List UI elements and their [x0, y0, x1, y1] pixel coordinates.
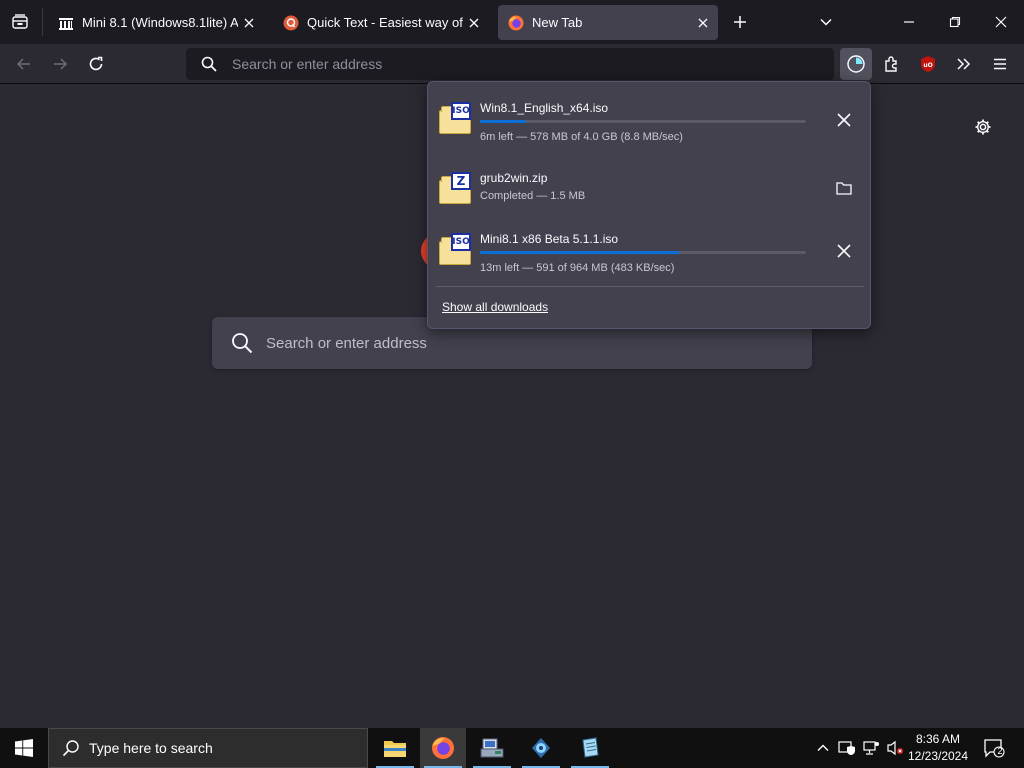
close-tab-icon[interactable]	[692, 12, 714, 34]
navigation-toolbar: uO	[0, 44, 1024, 84]
installer-app-icon[interactable]	[469, 728, 515, 768]
close-window-icon[interactable]	[987, 8, 1015, 36]
file-badge: ISO	[451, 102, 471, 120]
download-filename: Mini8.1 x86 Beta 5.1.1.iso	[480, 232, 619, 246]
show-all-label: Show all downloads	[442, 300, 549, 314]
notification-center-icon[interactable]: 2	[982, 736, 1006, 760]
file-explorer-icon[interactable]	[372, 728, 418, 768]
screen: Mini 8.1 (Windows8.1lite) And S Quick Te…	[0, 0, 1024, 768]
download-progress-bar	[480, 120, 806, 123]
tab-new-tab[interactable]: New Tab	[498, 5, 718, 40]
cancel-download-icon[interactable]	[832, 239, 856, 263]
gear-icon[interactable]	[972, 116, 994, 138]
tab-title: Mini 8.1 (Windows8.1lite) And S	[82, 15, 238, 30]
new-tab-button[interactable]	[728, 10, 752, 34]
firefox-icon	[508, 15, 524, 31]
downloads-panel: ISO Win8.1_English_x64.iso 6m left — 578…	[427, 81, 871, 329]
downloads-button[interactable]	[840, 48, 872, 80]
extensions-icon[interactable]	[878, 50, 906, 78]
firefox-taskbar-icon[interactable]	[420, 728, 466, 768]
tab-mini81[interactable]: Mini 8.1 (Windows8.1lite) And S	[48, 5, 264, 40]
quicktext-icon	[283, 15, 299, 31]
download-item[interactable]: ISO Win8.1_English_x64.iso 6m left — 578…	[436, 92, 864, 150]
download-status: 6m left — 578 MB of 4.0 GB (8.8 MB/sec)	[480, 131, 683, 143]
close-tab-icon[interactable]	[238, 12, 260, 34]
tab-strip: Mini 8.1 (Windows8.1lite) And S Quick Te…	[0, 0, 1024, 44]
search-icon	[61, 738, 81, 758]
archive-org-icon	[58, 15, 74, 31]
download-progress-bar	[480, 251, 806, 254]
download-status: 13m left — 591 of 964 MB (483 KB/sec)	[480, 262, 675, 274]
download-status: Completed — 1.5 MB	[480, 190, 586, 202]
file-badge: ISO	[451, 233, 471, 251]
tab-separator	[42, 8, 43, 36]
tab-title: Quick Text - Easiest way of onlin	[307, 15, 463, 30]
search-icon	[200, 55, 218, 73]
download-filename: Win8.1_English_x64.iso	[480, 101, 609, 115]
download-filename: grub2win.zip	[480, 171, 548, 185]
divider	[436, 286, 864, 287]
taskbar-search-text: Type here to search	[89, 740, 213, 756]
ublock-origin-icon[interactable]: uO	[914, 50, 942, 78]
clock-date: 12/23/2024	[907, 749, 969, 763]
show-all-downloads-link[interactable]: Show all downloads	[442, 300, 548, 314]
network-app-icon[interactable]	[518, 728, 564, 768]
chevron-up-icon[interactable]	[813, 738, 833, 758]
windows-start-icon[interactable]	[0, 728, 48, 768]
volume-muted-icon[interactable]	[885, 738, 905, 758]
restore-icon[interactable]	[941, 8, 969, 36]
taskbar-search-box[interactable]: Type here to search	[48, 728, 368, 768]
iso-file-icon: ISO	[439, 233, 471, 267]
minimize-icon[interactable]	[895, 8, 923, 36]
folder-icon[interactable]	[832, 176, 856, 200]
windows-taskbar: Type here to search 8:36 AM 12/23/2024 2	[0, 728, 1024, 768]
cancel-download-icon[interactable]	[832, 108, 856, 132]
back-arrow-icon[interactable]	[10, 50, 38, 78]
tab-quick-text[interactable]: Quick Text - Easiest way of onlin	[273, 5, 489, 40]
close-tab-icon[interactable]	[463, 12, 485, 34]
overflow-chevrons-icon[interactable]	[950, 50, 978, 78]
new-tab-search-input[interactable]	[266, 334, 786, 352]
address-input[interactable]	[232, 56, 792, 72]
reload-icon[interactable]	[82, 50, 110, 78]
tab-title: New Tab	[532, 15, 583, 30]
clock-time: 8:36 AM	[915, 732, 961, 746]
notepad-app-icon[interactable]	[567, 728, 613, 768]
network-tray-icon[interactable]	[861, 738, 881, 758]
download-item[interactable]: ISO Mini8.1 x86 Beta 5.1.1.iso 13m left …	[436, 223, 864, 281]
security-tray-icon[interactable]	[837, 738, 857, 758]
tab-manager-icon[interactable]	[6, 9, 34, 35]
notification-count: 2	[997, 746, 1003, 756]
downloads-progress-icon	[846, 54, 866, 74]
address-bar[interactable]	[186, 48, 834, 80]
search-icon	[230, 331, 254, 355]
iso-file-icon: ISO	[439, 102, 471, 136]
zip-file-icon: Z	[439, 172, 471, 206]
svg-text:uO: uO	[923, 62, 932, 69]
file-badge: Z	[451, 172, 471, 190]
chevron-down-icon[interactable]	[814, 10, 838, 34]
forward-arrow-icon[interactable]	[46, 50, 74, 78]
taskbar-clock[interactable]: 8:36 AM 12/23/2024	[906, 731, 970, 765]
download-item[interactable]: Z grub2win.zip Completed — 1.5 MB	[436, 162, 864, 220]
hamburger-menu-icon[interactable]	[986, 50, 1014, 78]
